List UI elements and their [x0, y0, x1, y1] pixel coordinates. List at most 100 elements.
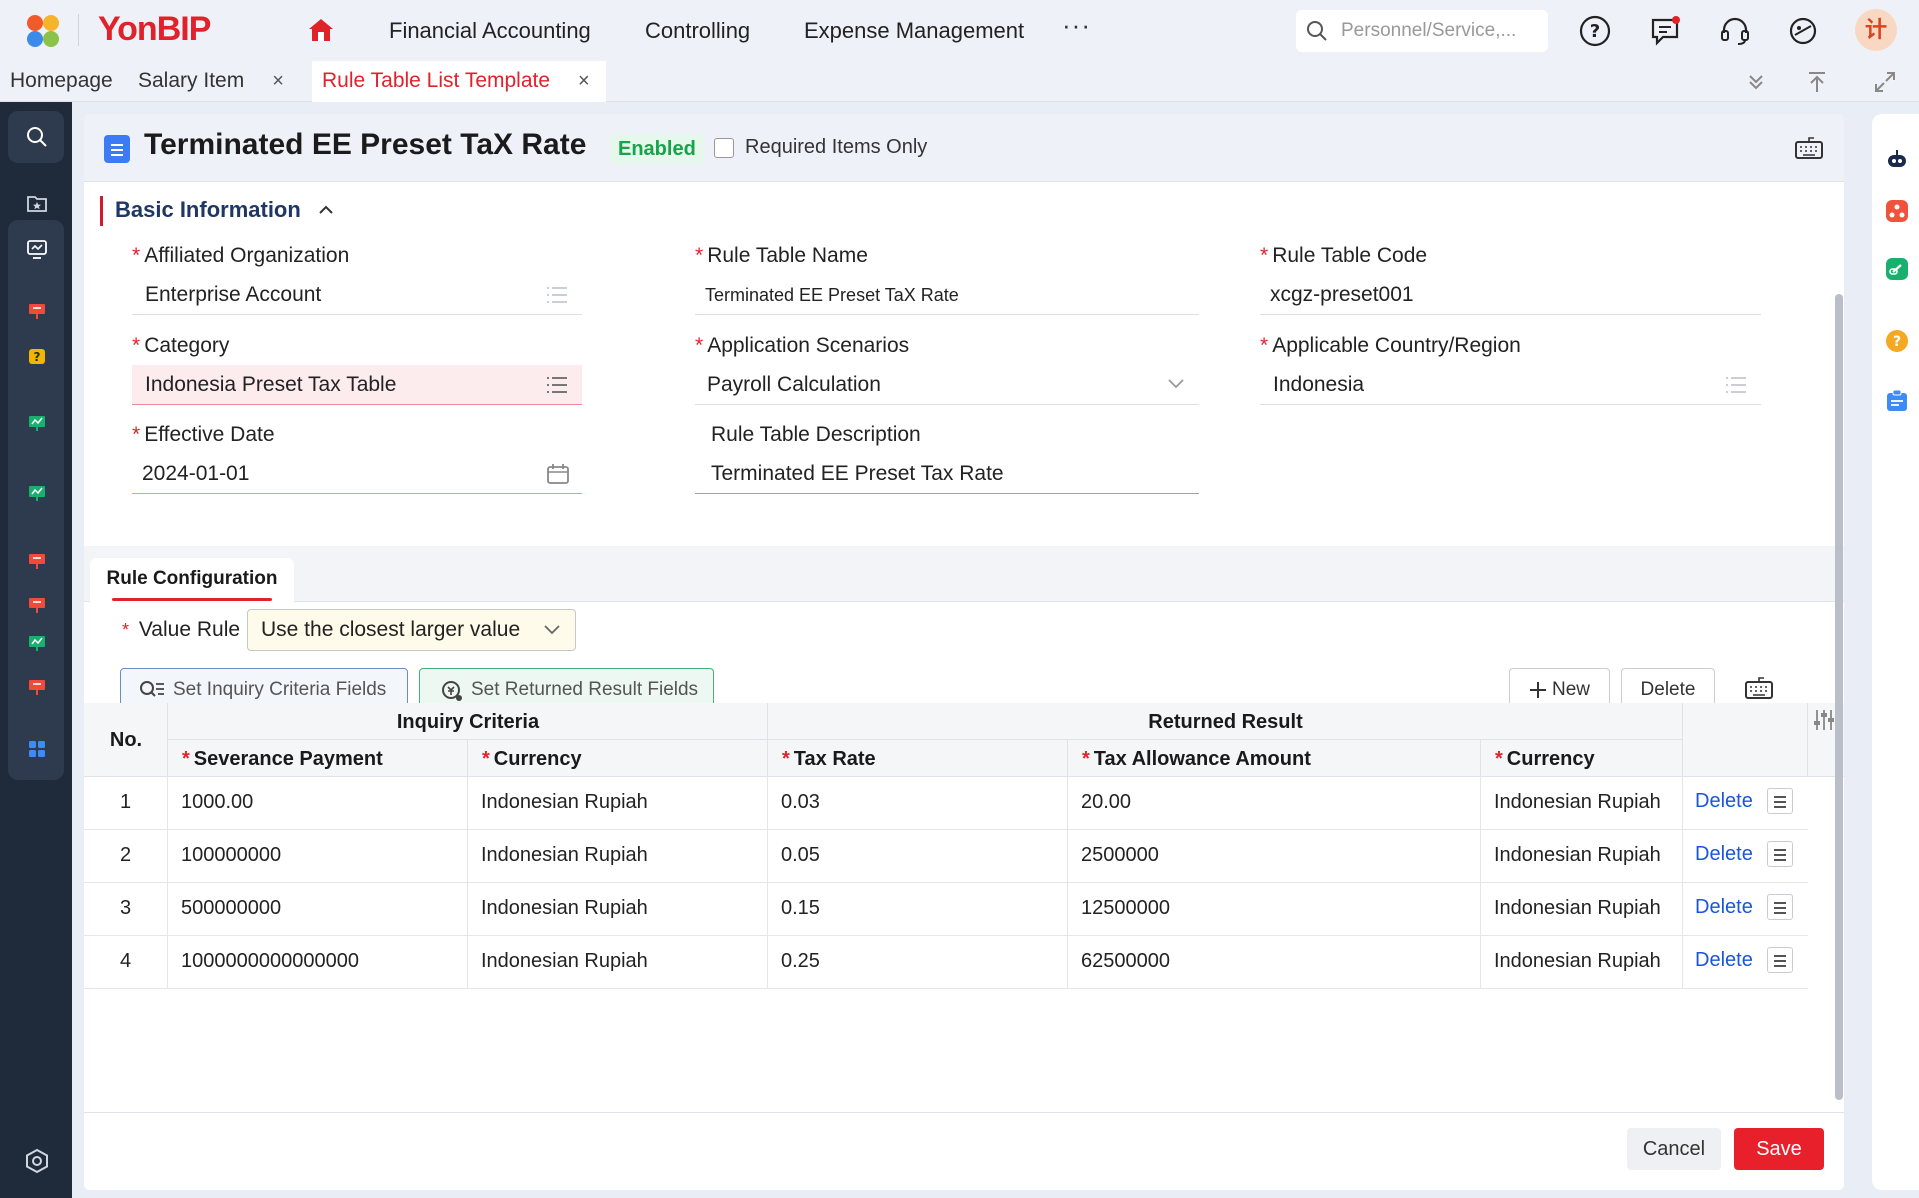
calendar-icon[interactable]: [546, 463, 570, 485]
cancel-button[interactable]: Cancel: [1627, 1128, 1721, 1170]
robot-assistant-icon[interactable]: [1884, 146, 1910, 172]
clipboard-icon[interactable]: [1884, 388, 1910, 414]
help-icon[interactable]: ?: [1578, 14, 1612, 48]
cell-severance-payment[interactable]: 500000000: [168, 883, 468, 936]
cell-tax-rate[interactable]: 0.03: [768, 777, 1068, 830]
favorites-folder-icon[interactable]: [26, 192, 48, 214]
global-search[interactable]: Personnel/Service,...: [1296, 10, 1548, 52]
cell-tax-rate[interactable]: 0.15: [768, 883, 1068, 936]
nav-controlling[interactable]: Controlling: [645, 18, 750, 44]
cell-tax-allowance[interactable]: 62500000: [1068, 936, 1481, 989]
cell-currency[interactable]: Indonesian Rupiah: [468, 830, 768, 883]
value-rule-select[interactable]: Use the closest larger value: [247, 609, 576, 651]
required-items-checkbox[interactable]: [714, 138, 734, 158]
rule-table-name-field[interactable]: Terminated EE Preset TaX Rate: [695, 275, 1199, 315]
apps-grid-icon[interactable]: [26, 738, 48, 760]
cell-currency-result[interactable]: Indonesian Rupiah: [1481, 936, 1683, 989]
sidebar-search[interactable]: [8, 111, 64, 163]
nav-expense-management[interactable]: Expense Management: [804, 18, 1024, 44]
analytics-icon[interactable]: [26, 412, 48, 434]
row-menu-icon[interactable]: [1767, 894, 1793, 920]
double-chevron-down-icon[interactable]: [1744, 70, 1768, 94]
support-headset-icon[interactable]: [1718, 14, 1752, 48]
vertical-scrollbar[interactable]: [1835, 294, 1843, 1100]
tab-rule-configuration[interactable]: Rule Configuration: [90, 558, 294, 602]
chevron-up-icon[interactable]: [318, 204, 334, 216]
upload-icon[interactable]: [1805, 70, 1829, 94]
close-icon[interactable]: ×: [578, 70, 590, 92]
cell-currency[interactable]: Indonesian Rupiah: [468, 883, 768, 936]
cell-currency[interactable]: Indonesian Rupiah: [468, 936, 768, 989]
table-row[interactable]: 4: [84, 936, 168, 989]
table-row[interactable]: 2: [84, 830, 168, 883]
cell-currency[interactable]: Indonesian Rupiah: [468, 777, 768, 830]
row-delete-link[interactable]: Delete: [1695, 843, 1753, 866]
country-region-field[interactable]: Indonesia: [1260, 365, 1761, 405]
cell-severance-payment[interactable]: 1000.00: [168, 777, 468, 830]
app-name[interactable]: YonBIP: [98, 10, 211, 49]
presentation-icon[interactable]: [26, 550, 48, 572]
section-title-basic-info[interactable]: Basic Information: [115, 197, 301, 223]
cell-currency-result[interactable]: Indonesian Rupiah: [1481, 830, 1683, 883]
table-row[interactable]: 1: [84, 777, 168, 830]
currency-settings-icon: [442, 681, 462, 701]
application-scenarios-select[interactable]: Payroll Calculation: [695, 365, 1199, 405]
help-circle-icon[interactable]: ?: [1884, 328, 1910, 354]
required-items-label[interactable]: Required Items Only: [745, 136, 927, 159]
cell-severance-payment[interactable]: 100000000: [168, 830, 468, 883]
home-icon[interactable]: [307, 16, 335, 44]
chevron-down-icon[interactable]: [543, 623, 561, 635]
tab-homepage[interactable]: Homepage: [0, 61, 123, 102]
cell-currency-result[interactable]: Indonesian Rupiah: [1481, 777, 1683, 830]
keyboard-icon[interactable]: [1794, 136, 1824, 162]
save-button[interactable]: Save: [1734, 1128, 1824, 1170]
ai-assistant-icon[interactable]: [1786, 14, 1820, 48]
share-icon[interactable]: [1884, 198, 1910, 224]
analytics-icon[interactable]: [26, 482, 48, 504]
chevron-down-icon[interactable]: [1167, 377, 1185, 389]
row-delete-link[interactable]: Delete: [1695, 949, 1753, 972]
help-badge-icon[interactable]: ?: [26, 346, 48, 368]
cell-tax-allowance[interactable]: 20.00: [1068, 777, 1481, 830]
effective-date-picker[interactable]: 2024-01-01: [132, 454, 582, 494]
tab-rule-table-list-template[interactable]: Rule Table List Template ×: [312, 61, 606, 102]
nav-financial-accounting[interactable]: Financial Accounting: [389, 18, 591, 44]
monitor-icon[interactable]: [26, 238, 48, 260]
app-logo-icon[interactable]: [24, 13, 62, 49]
link-icon[interactable]: [1884, 256, 1910, 282]
close-icon[interactable]: ×: [272, 70, 284, 92]
cell-tax-rate[interactable]: 0.25: [768, 936, 1068, 989]
list-picker-icon[interactable]: [1725, 376, 1747, 394]
presentation-icon[interactable]: [26, 594, 48, 616]
more-nav-icon[interactable]: ···: [1062, 10, 1091, 41]
category-field[interactable]: Indonesia Preset Tax Table: [132, 365, 582, 405]
rule-table-description-field[interactable]: Terminated EE Preset Tax Rate: [695, 454, 1199, 494]
cell-tax-rate[interactable]: 0.05: [768, 830, 1068, 883]
presentation-icon[interactable]: [26, 676, 48, 698]
button-label: Delete: [1640, 679, 1696, 700]
expand-icon[interactable]: [1873, 70, 1897, 94]
affiliated-organization-field[interactable]: Enterprise Account: [132, 275, 582, 315]
messages-icon[interactable]: [1648, 14, 1682, 48]
cell-tax-allowance[interactable]: 12500000: [1068, 883, 1481, 936]
cell-severance-payment[interactable]: 1000000000000000: [168, 936, 468, 989]
table-row[interactable]: 3: [84, 883, 168, 936]
cell-tax-allowance[interactable]: 2500000: [1068, 830, 1481, 883]
row-menu-icon[interactable]: [1767, 788, 1793, 814]
cell-currency-result[interactable]: Indonesian Rupiah: [1481, 883, 1683, 936]
list-picker-icon[interactable]: [546, 286, 568, 304]
analytics-icon[interactable]: [26, 632, 48, 654]
user-avatar[interactable]: 计: [1855, 9, 1897, 51]
keyboard-icon[interactable]: [1744, 676, 1774, 702]
row-delete-link[interactable]: Delete: [1695, 790, 1753, 813]
presentation-icon[interactable]: [26, 300, 48, 322]
row-menu-icon[interactable]: [1767, 947, 1793, 973]
basic-info-header[interactable]: [84, 182, 1844, 234]
tab-salary-item[interactable]: Salary Item ×: [128, 61, 294, 102]
row-delete-link[interactable]: Delete: [1695, 896, 1753, 919]
rule-table-code-field[interactable]: xcgz-preset001: [1260, 275, 1761, 315]
settings-hexagon-icon[interactable]: [24, 1148, 50, 1174]
list-picker-icon[interactable]: [546, 376, 568, 394]
column-settings-icon[interactable]: [1811, 707, 1837, 733]
row-menu-icon[interactable]: [1767, 841, 1793, 867]
